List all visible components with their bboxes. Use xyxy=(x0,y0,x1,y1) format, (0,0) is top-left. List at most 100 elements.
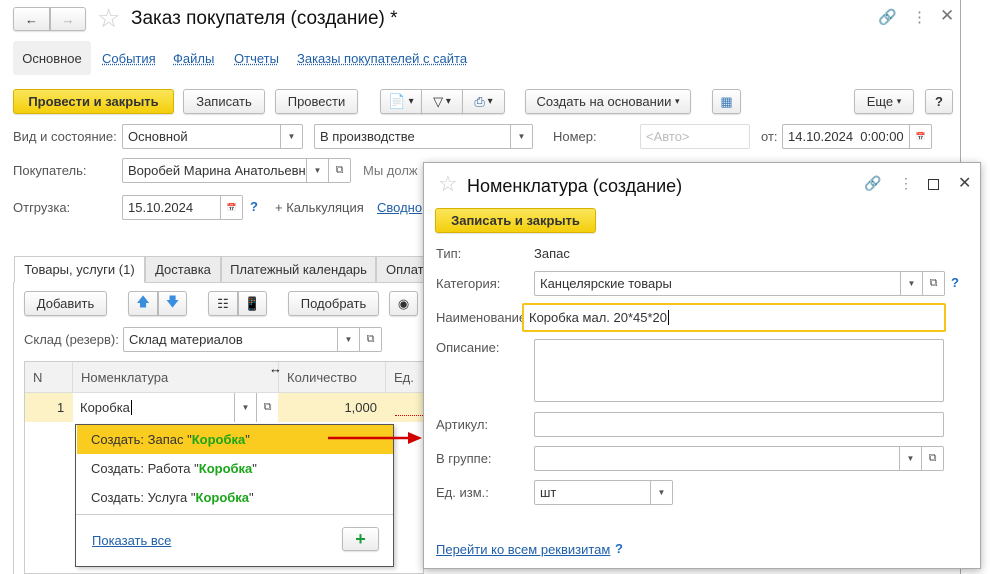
column-qty[interactable]: Количество xyxy=(287,370,357,385)
create-work-item[interactable]: Создать: Работа " Коробка " xyxy=(77,454,393,483)
tab-reports[interactable]: Отчеты xyxy=(234,51,279,66)
create-based-on-button[interactable]: Создать на основании ▾ xyxy=(525,89,691,114)
column-n[interactable]: N xyxy=(33,370,42,385)
scanner-icon: 📱 xyxy=(244,295,261,311)
create-service-item[interactable]: Создать: Услуга " Коробка " xyxy=(77,483,393,512)
open-icon[interactable]: ⧉ xyxy=(256,393,278,422)
date-label: от: xyxy=(761,129,778,144)
document-report-icon: 📄 xyxy=(388,93,406,109)
more-dots-icon[interactable]: ⋮ xyxy=(912,8,927,26)
open-icon[interactable]: ⧉ xyxy=(921,447,943,470)
tab-files[interactable]: Файлы xyxy=(173,51,214,66)
all-attributes-link[interactable]: Перейти ко всем реквизитам xyxy=(436,542,610,557)
autocomplete-popup: Создать: Запас " Коробка " Создать: Работа… xyxy=(75,424,394,567)
open-icon[interactable]: ⧉ xyxy=(359,328,381,351)
calculation-button[interactable]: + Калькуляция xyxy=(275,200,364,215)
column-resize-icon[interactable]: ↔ xyxy=(269,361,282,376)
dialog-title: Номенклатура (создание) xyxy=(467,176,683,196)
view-button[interactable]: ◉ xyxy=(389,291,418,316)
data-collector-button[interactable]: 📱 xyxy=(238,291,267,316)
calendar-icon[interactable]: 📅 xyxy=(909,125,931,148)
chevron-down-icon[interactable]: ▼ xyxy=(650,481,672,504)
close-icon[interactable]: ✕ xyxy=(958,173,971,193)
eye-icon: ◉ xyxy=(397,295,410,311)
post-and-close-button[interactable]: Провести и закрыть xyxy=(13,89,174,114)
summary-link[interactable]: Сводно xyxy=(377,200,422,215)
pick-button[interactable]: Подобрать xyxy=(288,291,379,316)
send-icon: ▽ xyxy=(433,93,444,109)
row-number: 1 xyxy=(57,400,65,415)
help-icon[interactable]: ? xyxy=(951,275,959,290)
tab-panel-border xyxy=(13,282,14,574)
qty-cell[interactable]: 1,000 xyxy=(344,400,377,415)
save-button[interactable]: Записать xyxy=(183,89,265,114)
report-dropdown[interactable]: 📄 ▾ xyxy=(380,89,422,114)
warehouse-field[interactable]: Склад материалов ▼ ⧉ xyxy=(123,327,382,352)
move-up-button[interactable]: 🡅 xyxy=(128,291,158,316)
link-icon[interactable]: 🔗 xyxy=(878,8,897,26)
send-dropdown[interactable]: ▽ ▾ xyxy=(421,89,463,114)
tab-goods[interactable]: Товары, услуги (1) xyxy=(14,256,145,283)
tab-events[interactable]: События xyxy=(102,51,156,66)
type-value: Запас xyxy=(534,246,570,261)
star-icon[interactable]: ☆ xyxy=(97,3,120,34)
group-label: В группе: xyxy=(436,451,492,466)
category-field[interactable]: Канцелярские товары ▼ ⧉ xyxy=(534,271,945,296)
save-and-close-button[interactable]: Записать и закрыть xyxy=(435,208,596,233)
barcode-icon: ☷ xyxy=(217,295,229,311)
print-dropdown[interactable]: ⎙ ▾ xyxy=(462,89,505,114)
help-button[interactable]: ? xyxy=(925,89,953,114)
article-field[interactable] xyxy=(534,412,944,437)
name-field[interactable]: Коробка мал. 20*45*20 xyxy=(522,303,946,332)
tab-site-orders[interactable]: Заказы покупателей с сайта xyxy=(297,51,467,66)
help-icon[interactable]: ? xyxy=(615,541,623,556)
move-down-button[interactable]: 🡇 xyxy=(158,291,187,316)
chevron-down-icon[interactable]: ▼ xyxy=(280,125,302,148)
chevron-down-icon[interactable]: ▼ xyxy=(510,125,532,148)
add-button[interactable]: Добавить xyxy=(24,291,107,316)
maximize-icon[interactable] xyxy=(928,179,939,190)
chevron-down-icon[interactable]: ▼ xyxy=(337,328,359,351)
more-button[interactable]: Еще ▾ xyxy=(854,89,914,114)
state-field[interactable]: В производстве ▼ xyxy=(314,124,533,149)
table-row[interactable]: 1 Коробка ▼ ⧉ 1,000 xyxy=(25,393,425,422)
calendar-icon[interactable]: 📅 xyxy=(220,196,242,219)
tab-payment-calendar[interactable]: Платежный календарь xyxy=(221,256,376,283)
buyer-label: Покупатель: xyxy=(13,163,87,178)
forward-button[interactable]: → xyxy=(50,7,86,31)
star-icon[interactable]: ☆ xyxy=(438,171,458,197)
column-item[interactable]: Номенклатура xyxy=(81,370,168,385)
help-icon[interactable]: ? xyxy=(250,199,258,214)
buyer-field[interactable]: Воробей Марина Анатольевна ▼ ⧉ xyxy=(122,158,351,183)
chevron-down-icon[interactable]: ▼ xyxy=(234,393,256,422)
group-field[interactable]: ▼ ⧉ xyxy=(534,446,944,471)
more-dots-icon[interactable]: ⋮ xyxy=(899,175,913,192)
post-button[interactable]: Провести xyxy=(275,89,358,114)
shipment-date-field[interactable]: 15.10.2024 📅 xyxy=(122,195,243,220)
unit-field[interactable]: шт ▼ xyxy=(534,480,673,505)
add-new-button[interactable]: + xyxy=(342,527,379,551)
tab-main[interactable]: Основное xyxy=(13,41,91,75)
chevron-down-icon[interactable]: ▼ xyxy=(306,159,328,182)
kind-field[interactable]: Основной ▼ xyxy=(122,124,303,149)
description-field[interactable] xyxy=(534,339,944,402)
show-all-link[interactable]: Показать все xyxy=(92,533,171,548)
chevron-down-icon[interactable]: ▼ xyxy=(899,447,921,470)
open-icon[interactable]: ⧉ xyxy=(922,272,944,295)
arrow-down-icon: 🡇 xyxy=(165,293,180,309)
nomenclature-dialog: ☆ Номенклатура (создание) 🔗 ⋮ ✕ Записать… xyxy=(423,162,981,569)
column-unit[interactable]: Ед. xyxy=(394,370,414,385)
structure-icon[interactable]: ▦ xyxy=(712,89,741,114)
tab-delivery[interactable]: Доставка xyxy=(145,256,221,283)
barcode-search-button[interactable]: ☷ xyxy=(208,291,238,316)
item-cell-input[interactable]: Коробка ▼ ⧉ xyxy=(73,393,278,422)
close-icon[interactable]: ✕ xyxy=(940,6,954,26)
chevron-down-icon[interactable]: ▼ xyxy=(900,272,922,295)
unit-label: Ед. изм.: xyxy=(436,485,489,500)
date-field[interactable]: 14.10.2024 0:00:00 📅 xyxy=(782,124,932,149)
number-field[interactable]: <Авто> xyxy=(640,124,750,149)
open-icon[interactable]: ⧉ xyxy=(328,159,350,182)
back-button[interactable]: ← xyxy=(13,7,50,31)
link-icon[interactable]: 🔗 xyxy=(864,175,881,192)
arrow-right-icon: → xyxy=(61,11,75,27)
